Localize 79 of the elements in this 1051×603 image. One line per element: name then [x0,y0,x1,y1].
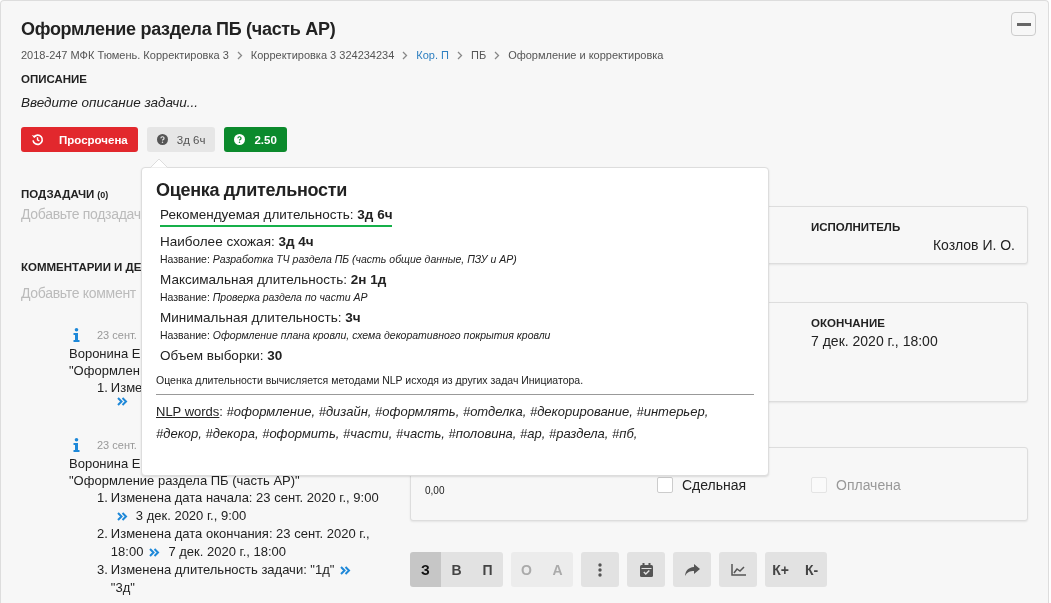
subtask-count: (0) [97,190,109,200]
change-text: Изменена дата начала: 23 сент. 2020 г., 9:00 [110,489,379,507]
breadcrumb-link[interactable]: Корректировка 3 324234234 [250,49,395,61]
toolbar-button[interactable]: З [410,552,441,587]
comment-subject: "Оформлен [69,362,140,379]
estimate-line: Рекомендуемая длительность: 3д 6ч [160,205,393,227]
checkbox-label: Оплачена [836,477,901,493]
status-badge[interactable]: 2.50 [224,127,287,152]
comment-date: 23 сент. [97,329,137,341]
popover-note: Оценка длительности вычисляется методами NLP исходя из других задач Инициатора. [156,374,754,395]
comment-subject: "Оформление раздела ПБ (часть АР)" [69,472,300,489]
info-icon [73,438,80,452]
more-button[interactable] [581,552,619,587]
field-value: 7 дек. 2020 г., 18:00 [811,333,939,349]
comment-author: Воронина Е [69,455,141,472]
section-label: ОПИСАНИЕ [21,73,88,85]
breadcrumb-link[interactable]: Оформление и корректировка [508,49,664,61]
task-name-line: Название: Оформление плана кровли, схема декоративного покрытия кровли [160,329,551,341]
change-text: Изменена длительность задачи: "1д" [110,561,335,579]
minimize-button[interactable] [1011,12,1036,36]
estimate-line: Наиболее схожая: 3д 4ч [160,233,314,251]
calendar-check-icon [639,562,653,577]
more-icon [598,562,602,577]
change-number: 2. [97,525,108,543]
checkbox[interactable] [657,477,673,493]
estimate-line: Минимальная длительность: 3ч [160,309,361,327]
help-icon [156,134,168,145]
toolbar-button[interactable]: П [472,552,503,587]
nlp-words-text: NLP words: #оформление, #дизайн, #оформлять, #отделка, #декорирование, #интерьер, #декор, #декора, #оформить, #части, #часть, #половина, #ар, #раздела, #пб, [156,403,710,443]
checkbox-label: Сдельная [682,477,747,493]
comment-date: 23 сент. [97,439,137,451]
chevron-right-icon [494,50,501,60]
chevron-right-icon [402,50,409,60]
task-name-line: Название: Разработка ТЧ раздела ПБ (часть общие данные, ПЗУ и АР) [160,253,517,265]
estimate-line: Максимальная длительность: 2н 1д [160,271,387,289]
status-badge[interactable]: 3д 6ч [146,127,216,152]
chevron-right-icon [457,50,463,60]
estimate-line: Объем выборки: 30 [160,347,283,365]
popover-title: Оценка длительности [156,180,348,201]
status-badge[interactable]: Просрочена [21,127,138,152]
share-button[interactable] [673,552,711,587]
toolbar-button[interactable]: В [441,552,472,587]
change-text: Изме [110,379,143,397]
chevron-right-icon [236,50,243,60]
double-chevron-icon [149,547,161,557]
change-number: 3. [97,561,108,579]
breadcrumb-link[interactable]: Кор. П [416,49,449,61]
comment-author: Воронина Е [69,345,141,362]
task-title: Оформление раздела ПБ (часть АР) [21,19,336,40]
info-icon [73,328,80,342]
change-text: 3 дек. 2020 г., 9:00 [135,507,247,525]
toolbar-button[interactable]: К+ [765,552,796,587]
task-name-line: Название: Проверка раздела по части АР [160,291,368,303]
change-number: 1. [97,489,108,507]
field-label: ОКОНЧАНИЕ [811,317,885,329]
minus-icon [1016,22,1031,26]
section-label: ПОДЗАДАЧИ [21,188,95,200]
share-arrow-icon [684,563,700,576]
field-value: Козлов И. О. [931,237,1015,253]
change-text: 18:00 [110,543,144,561]
change-text: 7 дек. 2020 г., 18:00 [168,543,286,561]
help-icon [234,134,246,145]
double-chevron-icon [340,565,352,575]
change-number: 1. [97,379,108,397]
toolbar-button[interactable]: К- [796,552,827,587]
history-icon [31,133,44,146]
double-chevron-icon [116,511,128,521]
amount-value: 0,00 [425,485,445,496]
breadcrumb-link[interactable]: 2018-247 МФК Тюмень. Корректировка 3 [21,49,229,61]
line-chart-icon [730,563,746,576]
double-chevron-icon [116,397,128,406]
field-label: ИСПОЛНИТЕЛЬ [811,221,901,233]
section-label: КОММЕНТАРИИ И ДЕ [21,261,142,273]
description-field[interactable]: Введите описание задачи... [21,95,198,110]
change-text: Изменена дата окончания: 23 сент. 2020 г., [110,525,370,543]
calendar-button[interactable] [627,552,665,587]
chart-button[interactable] [719,552,757,587]
change-text: "3д" [110,579,135,597]
breadcrumb-link[interactable]: ПБ [471,49,487,61]
